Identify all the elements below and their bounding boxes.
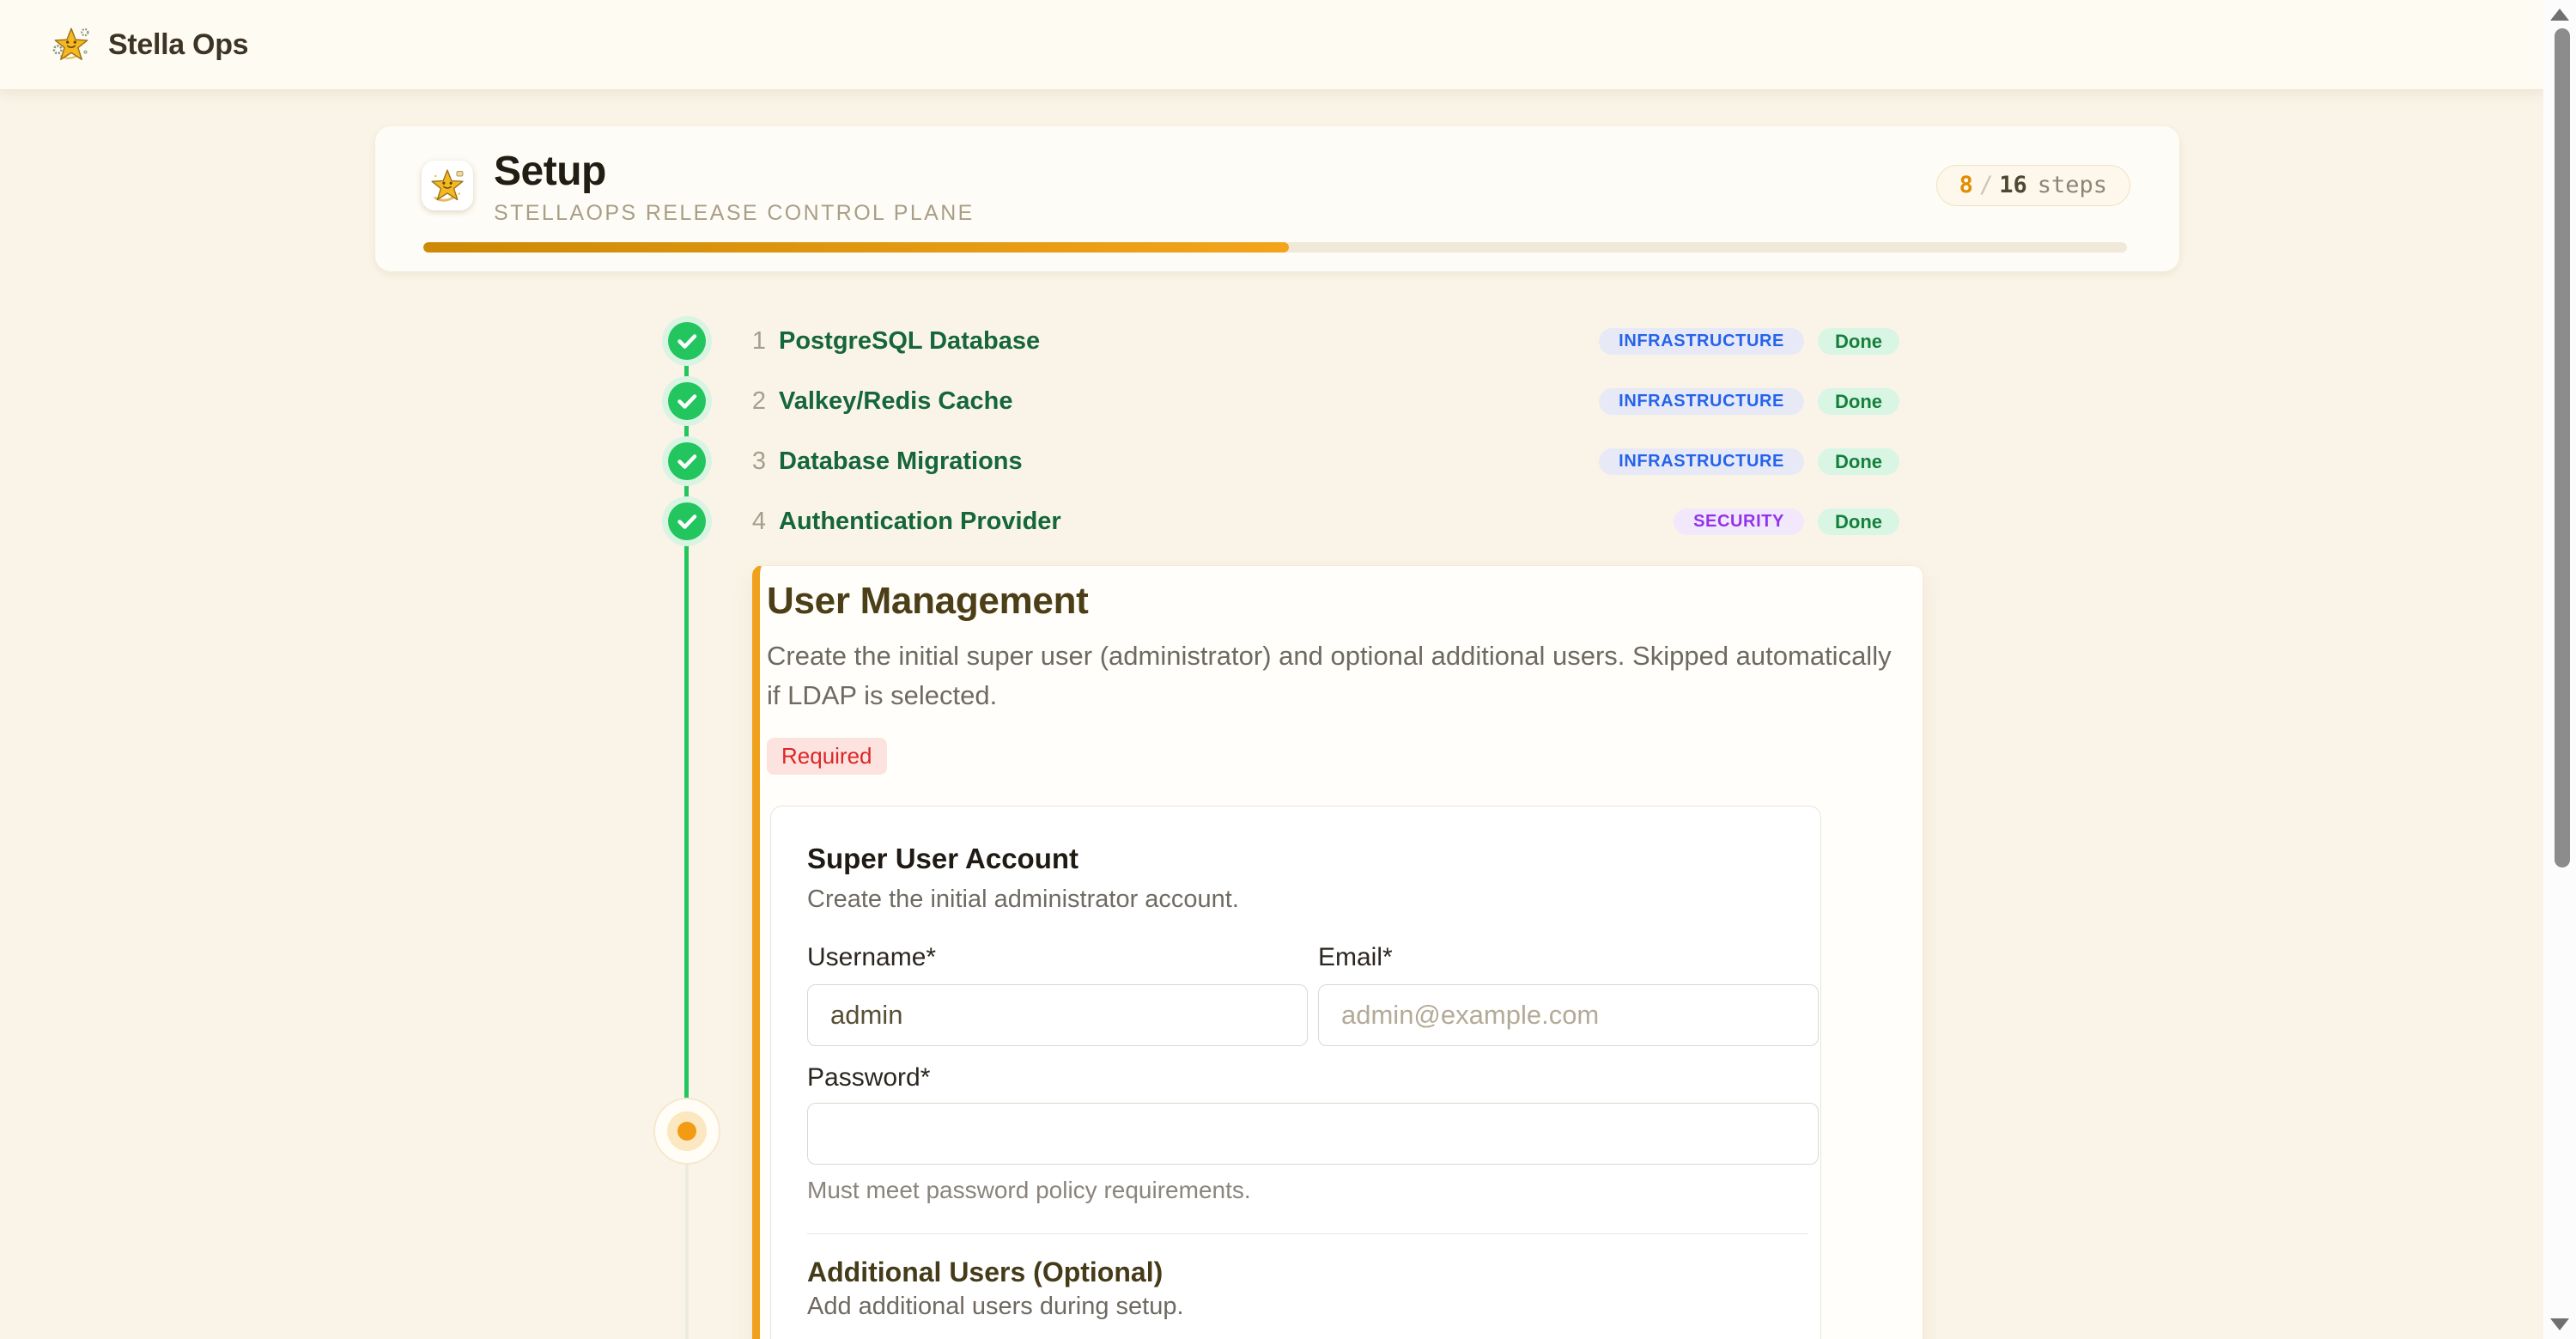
step-title: PostgreSQL Database xyxy=(779,327,1040,356)
step-category-badge: INFRASTRUCTURE xyxy=(1599,388,1804,415)
check-circle-icon xyxy=(668,442,706,480)
step-status-badge: Done xyxy=(1818,328,1899,355)
check-circle-icon xyxy=(668,502,706,540)
setup-logo xyxy=(422,161,473,210)
credentials-grid: Username* Email* xyxy=(807,943,1819,1046)
password-helper-text: Must meet password policy requirements. xyxy=(807,1177,1820,1204)
section-description: Create the initial super user (administr… xyxy=(767,636,1909,715)
scrollbar-up-arrow-icon[interactable] xyxy=(2550,9,2569,21)
page-title: Setup xyxy=(494,149,975,195)
progress-bar-track xyxy=(423,242,2127,253)
section-divider xyxy=(807,1233,1807,1234)
step-status-badge: Done xyxy=(1818,508,1899,535)
step-category-badge: INFRASTRUCTURE xyxy=(1599,448,1804,475)
email-label: Email* xyxy=(1318,943,1819,974)
step-row-db-migrations[interactable]: 3 Database Migrations INFRASTRUCTURE Don… xyxy=(668,442,1899,480)
steps-progress-badge: 8/16 steps xyxy=(1936,165,2130,206)
step-title: Authentication Provider xyxy=(779,508,1061,536)
additional-users-subtitle: Add additional users during setup. xyxy=(807,1293,1820,1321)
step-number: 3 xyxy=(744,447,766,476)
steps-label: steps xyxy=(2038,172,2107,198)
user-management-panel: User Management Create the initial super… xyxy=(752,565,1923,1339)
step-category-badge: INFRASTRUCTURE xyxy=(1599,328,1804,355)
super-user-subtitle: Create the initial administrator account… xyxy=(807,886,1820,914)
steps-separator: / xyxy=(1973,172,1999,198)
stellaops-logo-icon xyxy=(50,25,93,64)
step-number: 2 xyxy=(744,387,766,416)
step-row-auth-provider[interactable]: 4 Authentication Provider SECURITY Done xyxy=(668,502,1899,540)
step-row-valkey-redis[interactable]: 2 Valkey/Redis Cache INFRASTRUCTURE Done xyxy=(668,382,1899,420)
steps-done-count: 8 xyxy=(1959,172,1973,198)
step-category-badge: SECURITY xyxy=(1674,508,1804,535)
username-input[interactable] xyxy=(807,984,1308,1046)
scrollbar[interactable] xyxy=(2543,0,2576,1339)
email-input[interactable] xyxy=(1318,984,1819,1046)
check-circle-icon xyxy=(668,382,706,420)
top-bar: Stella Ops xyxy=(0,0,2543,90)
page-subtitle: STELLAOPS RELEASE CONTROL PLANE xyxy=(494,201,975,226)
header-text: Setup STELLAOPS RELEASE CONTROL PLANE xyxy=(494,149,975,226)
step-status-badge: Done xyxy=(1818,448,1899,475)
brand-title: Stella Ops xyxy=(108,28,248,62)
section-title: User Management xyxy=(767,580,1923,623)
step-status-badge: Done xyxy=(1818,388,1899,415)
app-window: Stella Ops Setup STELLAOPS RELEASE CONTR… xyxy=(0,0,2576,1339)
step-row-postgresql[interactable]: 1 PostgreSQL Database INFRASTRUCTURE Don… xyxy=(668,322,1899,360)
progress-bar-fill xyxy=(423,242,1289,253)
super-user-card: Super User Account Create the initial ad… xyxy=(770,806,1821,1339)
step-number: 1 xyxy=(744,327,766,356)
check-circle-icon xyxy=(668,322,706,360)
password-input[interactable] xyxy=(807,1103,1819,1165)
scrollbar-thumb[interactable] xyxy=(2555,28,2570,867)
step-number: 4 xyxy=(744,508,766,536)
scrollbar-down-arrow-icon[interactable] xyxy=(2550,1318,2569,1330)
required-badge: Required xyxy=(767,738,887,775)
steps-total-count: 16 xyxy=(1999,172,2027,198)
username-label: Username* xyxy=(807,943,1308,974)
setup-page: Setup STELLAOPS RELEASE CONTROL PLANE 8/… xyxy=(0,90,2543,1339)
step-title: Database Migrations xyxy=(779,447,1023,476)
step-title: Valkey/Redis Cache xyxy=(779,387,1012,416)
additional-users-title: Additional Users (Optional) xyxy=(807,1257,1820,1288)
setup-logo-star-icon xyxy=(428,167,467,204)
password-label: Password* xyxy=(807,1063,1820,1093)
setup-header-card: Setup STELLAOPS RELEASE CONTROL PLANE 8/… xyxy=(375,126,2179,271)
super-user-title: Super User Account xyxy=(807,843,1820,875)
